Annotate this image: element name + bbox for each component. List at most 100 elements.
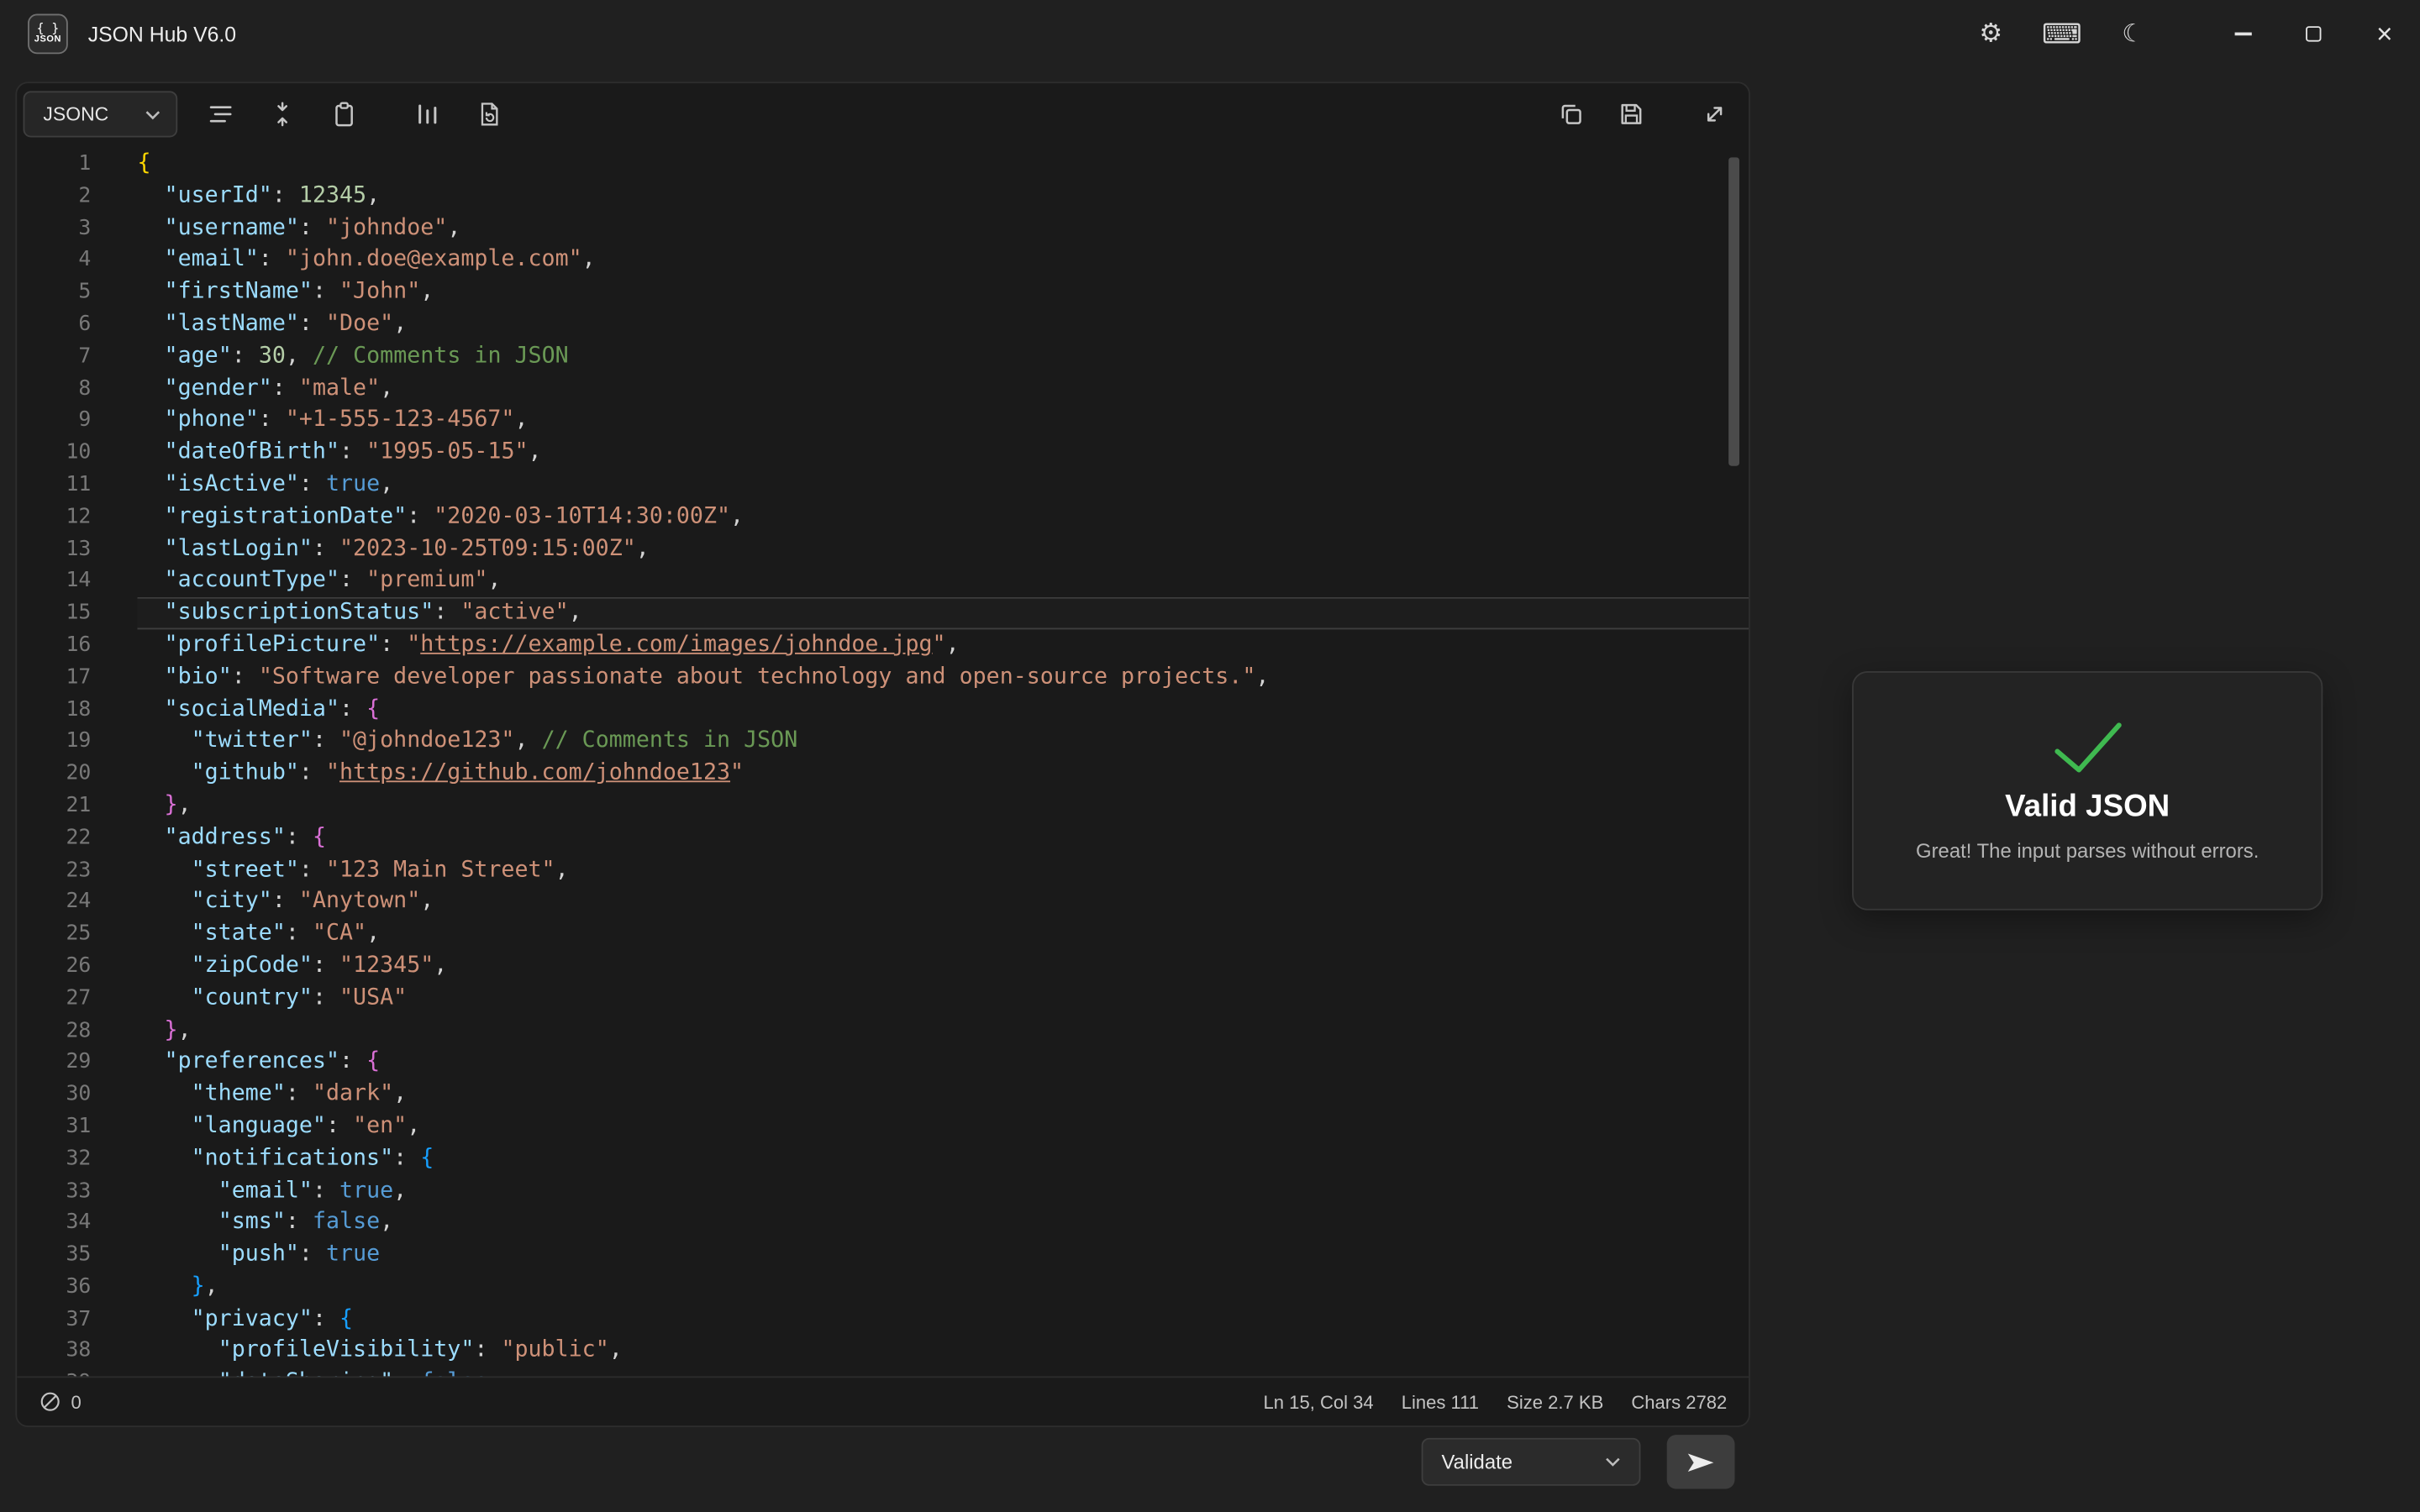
format-button[interactable] — [199, 92, 242, 135]
line-content: "github": "https://github.com/johndoe123… — [137, 758, 1749, 790]
line-content: "language": "en", — [137, 1110, 1749, 1142]
code-line[interactable]: 7 "age": 30, // Comments in JSON — [17, 341, 1749, 373]
code-line[interactable]: 17 "bio": "Software developer passionate… — [17, 662, 1749, 694]
code-line[interactable]: 34 "sms": false, — [17, 1207, 1749, 1239]
code-line[interactable]: 25 "state": "CA", — [17, 918, 1749, 950]
code-line[interactable]: 23 "street": "123 Main Street", — [17, 854, 1749, 886]
close-button[interactable]: × — [2349, 0, 2420, 68]
run-action-button[interactable] — [1667, 1435, 1735, 1488]
title-bar: { } JSON JSON Hub V6.0 ⚙ ⌨ ☾ × — [0, 0, 2420, 68]
line-content: "dataSharing": false — [137, 1368, 1749, 1377]
code-line[interactable]: 10 "dateOfBirth": "1995-05-15", — [17, 437, 1749, 469]
code-line[interactable]: 11 "isActive": true, — [17, 469, 1749, 501]
minimize-button[interactable] — [2207, 0, 2278, 68]
line-number: 29 — [17, 1047, 91, 1079]
code-line[interactable]: 15 "subscriptionStatus": "active", — [17, 597, 1749, 629]
logo-label: JSON — [34, 35, 61, 46]
minify-icon — [269, 100, 297, 128]
code-line[interactable]: 16 "profilePicture": "https://example.co… — [17, 629, 1749, 661]
line-content: "profilePicture": "https://example.com/i… — [137, 629, 1749, 661]
code-line[interactable]: 19 "twitter": "@johndoe123", // Comments… — [17, 726, 1749, 758]
app-logo-icon: { } JSON — [28, 14, 68, 55]
code-line[interactable]: 33 "email": true, — [17, 1175, 1749, 1207]
code-line[interactable]: 18 "socialMedia": { — [17, 694, 1749, 726]
maximize-button[interactable] — [2278, 0, 2349, 68]
code-line[interactable]: 35 "push": true — [17, 1239, 1749, 1271]
code-line[interactable]: 1{ — [17, 148, 1749, 180]
code-line[interactable]: 37 "privacy": { — [17, 1303, 1749, 1335]
convert-button[interactable] — [468, 92, 511, 135]
code-line[interactable]: 39 "dataSharing": false — [17, 1368, 1749, 1377]
action-dropdown[interactable]: Validate — [1422, 1438, 1641, 1486]
line-content: "phone": "+1-555-123-4567", — [137, 405, 1749, 437]
code-line[interactable]: 4 "email": "john.doe@example.com", — [17, 244, 1749, 276]
code-line[interactable]: 30 "theme": "dark", — [17, 1079, 1749, 1110]
code-line[interactable]: 21 }, — [17, 790, 1749, 822]
vertical-scrollbar-thumb[interactable] — [1728, 157, 1739, 465]
language-dropdown-label: JSONC — [43, 103, 108, 125]
code-line[interactable]: 38 "profileVisibility": "public", — [17, 1336, 1749, 1368]
line-number: 38 — [17, 1336, 91, 1368]
code-line[interactable]: 29 "preferences": { — [17, 1047, 1749, 1079]
send-icon — [1686, 1450, 1717, 1474]
line-number: 26 — [17, 950, 91, 982]
code-line[interactable]: 12 "registrationDate": "2020-03-10T14:30… — [17, 501, 1749, 533]
paste-button[interactable] — [323, 92, 366, 135]
file-size: Size 2.7 KB — [1507, 1391, 1603, 1413]
line-content: "dateOfBirth": "1995-05-15", — [137, 437, 1749, 469]
moon-icon: ☾ — [2122, 18, 2144, 50]
titlebar-actions: ⚙ ⌨ ☾ × — [1955, 0, 2420, 68]
code-line[interactable]: 6 "lastName": "Doe", — [17, 308, 1749, 340]
code-line[interactable]: 13 "lastLogin": "2023-10-25T09:15:00Z", — [17, 533, 1749, 565]
error-counter: 0 — [39, 1390, 82, 1414]
editor-panel: JSONC — [15, 81, 1749, 1427]
line-content: "push": true — [137, 1239, 1749, 1271]
code-line[interactable]: 20 "github": "https://github.com/johndoe… — [17, 758, 1749, 790]
code-line[interactable]: 24 "city": "Anytown", — [17, 886, 1749, 918]
line-number: 37 — [17, 1303, 91, 1335]
chevron-down-icon — [145, 108, 160, 119]
code-line[interactable]: 28 }, — [17, 1015, 1749, 1047]
line-content: "userId": 12345, — [137, 181, 1749, 213]
code-line[interactable]: 5 "firstName": "John", — [17, 276, 1749, 308]
code-line[interactable]: 14 "accountType": "premium", — [17, 565, 1749, 597]
app-window: { } JSON JSON Hub V6.0 ⚙ ⌨ ☾ × JSONC — [0, 0, 2420, 1512]
code-line[interactable]: 3 "username": "johndoe", — [17, 213, 1749, 244]
chevron-down-icon — [1605, 1457, 1620, 1467]
line-number: 21 — [17, 790, 91, 822]
line-content: "gender": "male", — [137, 373, 1749, 405]
theme-toggle-button[interactable]: ☾ — [2097, 0, 2168, 68]
code-line[interactable]: 32 "notifications": { — [17, 1142, 1749, 1174]
keyboard-shortcuts-button[interactable]: ⌨ — [2027, 0, 2097, 68]
settings-button[interactable]: ⚙ — [1955, 0, 2026, 68]
line-content: "sms": false, — [137, 1207, 1749, 1239]
columns-button[interactable] — [406, 92, 449, 135]
line-content: "lastLogin": "2023-10-25T09:15:00Z", — [137, 533, 1749, 565]
code-line[interactable]: 8 "gender": "male", — [17, 373, 1749, 405]
code-line[interactable]: 26 "zipCode": "12345", — [17, 950, 1749, 982]
line-number: 11 — [17, 469, 91, 501]
code-line[interactable]: 2 "userId": 12345, — [17, 181, 1749, 213]
line-number: 20 — [17, 758, 91, 790]
editor-body[interactable]: 1{2 "userId": 12345,3 "username": "johnd… — [17, 145, 1749, 1377]
copy-button[interactable] — [1549, 92, 1592, 135]
minify-button[interactable] — [260, 92, 303, 135]
save-button[interactable] — [1610, 92, 1653, 135]
line-number: 24 — [17, 886, 91, 918]
line-number: 19 — [17, 726, 91, 758]
save-icon — [1618, 100, 1645, 128]
line-content: "firstName": "John", — [137, 276, 1749, 308]
file-convert-icon — [476, 100, 503, 128]
line-number: 33 — [17, 1175, 91, 1207]
expand-button[interactable] — [1693, 92, 1736, 135]
language-dropdown[interactable]: JSONC — [24, 91, 178, 137]
line-content: "subscriptionStatus": "active", — [137, 597, 1749, 629]
line-number: 15 — [17, 597, 91, 629]
code-line[interactable]: 31 "language": "en", — [17, 1110, 1749, 1142]
code-line[interactable]: 9 "phone": "+1-555-123-4567", — [17, 405, 1749, 437]
code-line[interactable]: 27 "country": "USA" — [17, 982, 1749, 1014]
app-title: JSON Hub V6.0 — [88, 23, 236, 46]
line-content: "notifications": { — [137, 1142, 1749, 1174]
code-line[interactable]: 22 "address": { — [17, 822, 1749, 853]
code-line[interactable]: 36 }, — [17, 1271, 1749, 1303]
